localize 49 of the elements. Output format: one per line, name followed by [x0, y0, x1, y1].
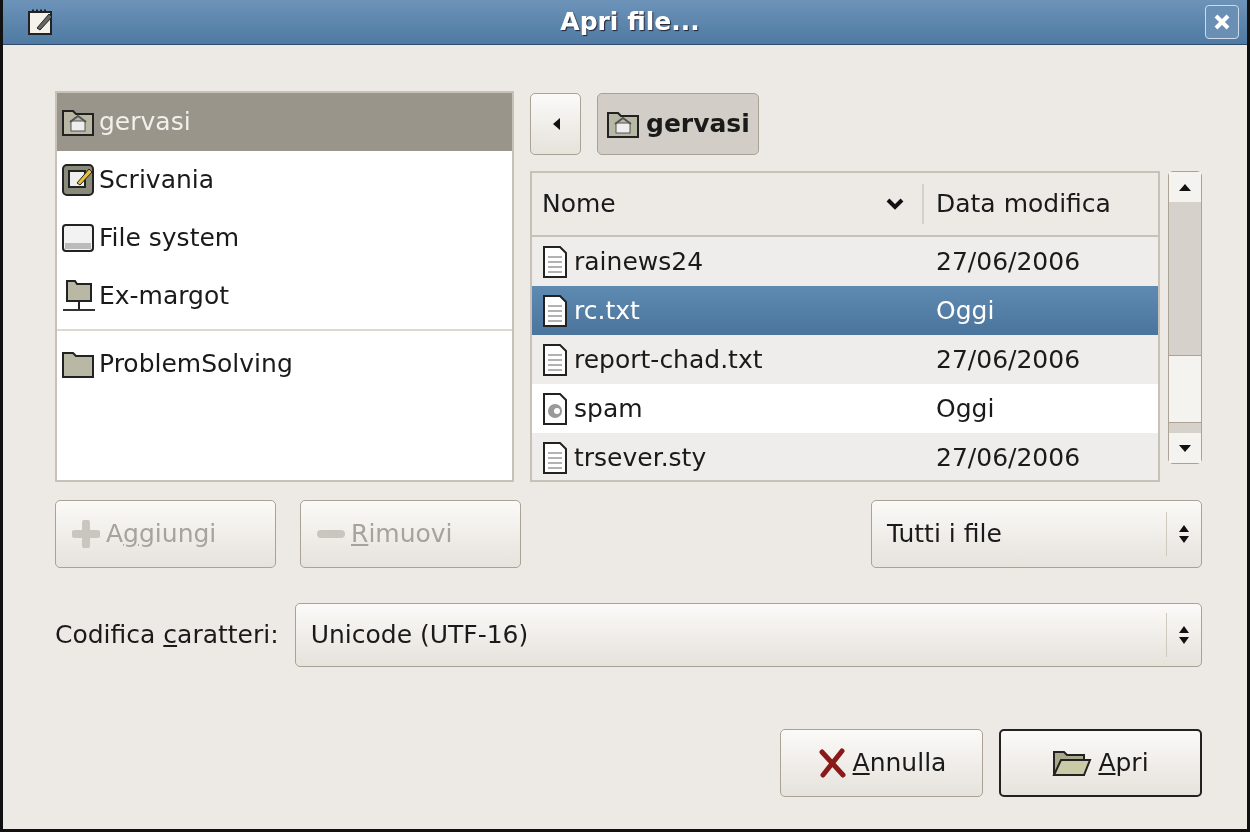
scroll-up-icon [1169, 172, 1201, 202]
scrollbar[interactable] [1168, 171, 1202, 464]
file-name: rc.txt [574, 294, 640, 327]
network-folder-icon [61, 279, 95, 313]
notepad-icon [27, 8, 55, 36]
path-button[interactable]: gervasi [597, 93, 759, 155]
modified-date: Oggi [935, 392, 996, 425]
minus-icon [317, 530, 345, 538]
file-name: trsever.sty [574, 441, 707, 474]
sort-chevron-icon [886, 197, 904, 211]
back-button[interactable] [530, 93, 581, 155]
sidebar-item[interactable]: Scrivania [57, 151, 512, 209]
sidebar-item[interactable]: ProblemSolving [57, 335, 512, 393]
modified-date: Oggi [935, 294, 996, 327]
modified-date: 27/06/2006 [935, 441, 1082, 474]
plus-icon [72, 520, 100, 548]
document-icon [542, 244, 568, 279]
column-header[interactable]: Nome [532, 184, 924, 224]
scroll-down-icon [1169, 433, 1201, 463]
scroll-thumb[interactable] [1169, 355, 1201, 423]
file-row[interactable]: report-chad.txt 27/06/2006 [532, 335, 1158, 384]
file-row[interactable]: rc.txt Oggi [532, 286, 1158, 335]
sidebar-item[interactable]: Ex-margot [57, 267, 512, 325]
modified-date: 27/06/2006 [935, 245, 1082, 278]
file-name: rainews24 [574, 245, 704, 278]
cancel-button[interactable]: Annulla [780, 729, 983, 797]
column-header[interactable]: Data modifica [924, 185, 1158, 223]
open-button[interactable]: Apri [999, 729, 1202, 797]
file-row[interactable]: trsever.sty 27/06/2006 [532, 433, 1158, 480]
script-icon [542, 391, 568, 426]
document-icon [542, 293, 568, 328]
modified-date: 27/06/2006 [935, 343, 1082, 376]
cross-icon [816, 748, 847, 778]
document-icon [542, 440, 568, 475]
document-icon [542, 342, 568, 377]
encoding-label: Codifica caratteri: [55, 619, 279, 652]
drive-icon [61, 221, 95, 255]
file-name: report-chad.txt [574, 343, 763, 376]
encoding-dropdown[interactable]: Unicode (UTF-16) [294, 603, 1202, 667]
close-button[interactable] [1205, 5, 1239, 39]
desktop-icon [61, 163, 95, 197]
file-name: spam [574, 392, 643, 425]
file-row[interactable]: spam Oggi [532, 384, 1158, 433]
window-title: Apri file... [559, 6, 701, 39]
file-row[interactable]: rainews24 27/06/2006 [532, 237, 1158, 286]
filter-dropdown[interactable]: Tutti i file [871, 500, 1202, 568]
open-folder-icon [1052, 748, 1093, 778]
sidebar-item[interactable]: File system [57, 209, 512, 267]
close-icon [1213, 13, 1231, 31]
